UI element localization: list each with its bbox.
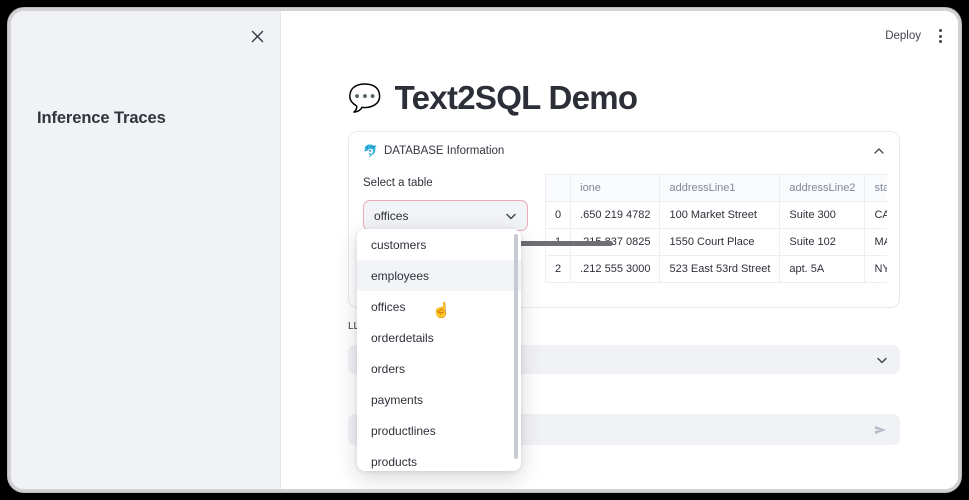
dropdown-item-employees[interactable]: employees — [357, 260, 521, 291]
chevron-up-icon[interactable] — [873, 145, 885, 157]
row-index: 2 — [545, 255, 572, 283]
dolphin-database-icon: 🐬 — [363, 144, 378, 158]
page-title-row: 💬 Text2SQL Demo — [348, 79, 638, 117]
cell-state: MA — [864, 228, 887, 256]
send-icon[interactable] — [872, 422, 888, 438]
data-grid: ione addressLine1 addressLine2 state co … — [545, 174, 887, 283]
cell-addressline2: Suite 300 — [779, 201, 866, 229]
cell-state: NY — [864, 255, 887, 283]
table-select[interactable]: offices — [363, 200, 528, 231]
table-header-row: ione addressLine1 addressLine2 state co — [545, 174, 887, 202]
column-header-addressline2: addressLine2 — [779, 174, 866, 202]
top-bar: Deploy — [885, 27, 944, 45]
dropdown-item-customers[interactable]: customers — [357, 229, 521, 260]
speech-bubble-icon: 💬 — [348, 82, 382, 113]
table-preview[interactable]: ione addressLine1 addressLine2 state co … — [545, 174, 887, 283]
dropdown-item-products[interactable]: products — [357, 446, 521, 471]
column-header-addressline1: addressLine1 — [659, 174, 781, 202]
close-icon[interactable] — [246, 25, 268, 47]
deploy-button[interactable]: Deploy — [885, 30, 921, 42]
app-window: Inference Traces Deploy 💬 Text2SQL Demo — [11, 11, 958, 489]
dropdown-item-offices[interactable]: offices — [357, 291, 521, 322]
cell-addressline1: 1550 Court Place — [659, 228, 781, 256]
screenshot-root: Inference Traces Deploy 💬 Text2SQL Demo — [0, 0, 969, 500]
chevron-down-icon — [876, 354, 888, 366]
page-title: Text2SQL Demo — [394, 79, 638, 116]
inference-traces-panel: Inference Traces — [11, 11, 281, 489]
column-header-index — [545, 174, 572, 202]
chevron-down-icon — [505, 210, 517, 222]
column-header-state: state — [864, 174, 887, 202]
dropdown-item-orderdetails[interactable]: orderdetails — [357, 322, 521, 353]
more-vertical-icon[interactable] — [937, 27, 944, 45]
database-card-header: 🐬 DATABASE Information — [349, 132, 899, 158]
table-select-value: offices — [374, 208, 409, 223]
select-table-label: Select a table — [363, 177, 433, 189]
table-dropdown-menu[interactable]: customers employees offices orderdetails… — [357, 229, 521, 471]
database-card-title: DATABASE Information — [383, 145, 505, 157]
cell-addressline2: Suite 102 — [779, 228, 866, 256]
table-row: 2 .212 555 3000 523 East 53rd Street apt… — [545, 255, 887, 283]
cell-state: CA — [864, 201, 887, 229]
cell-phone: .212 555 3000 — [570, 255, 661, 283]
dropdown-item-orders[interactable]: orders — [357, 353, 521, 384]
column-header-phone: ione — [570, 174, 661, 202]
cell-addressline1: 100 Market Street — [659, 201, 781, 229]
cell-phone: .650 219 4782 — [570, 201, 661, 229]
table-row: 0 .650 219 4782 100 Market Street Suite … — [545, 201, 887, 229]
panel-title: Inference Traces — [37, 109, 166, 127]
device-frame: Inference Traces Deploy 💬 Text2SQL Demo — [8, 8, 961, 492]
row-index: 0 — [545, 201, 572, 229]
cell-addressline2: apt. 5A — [779, 255, 866, 283]
dropdown-item-productlines[interactable]: productlines — [357, 415, 521, 446]
cell-addressline1: 523 East 53rd Street — [659, 255, 781, 283]
dropdown-item-payments[interactable]: payments — [357, 384, 521, 415]
dropdown-scrollbar[interactable] — [514, 234, 518, 459]
